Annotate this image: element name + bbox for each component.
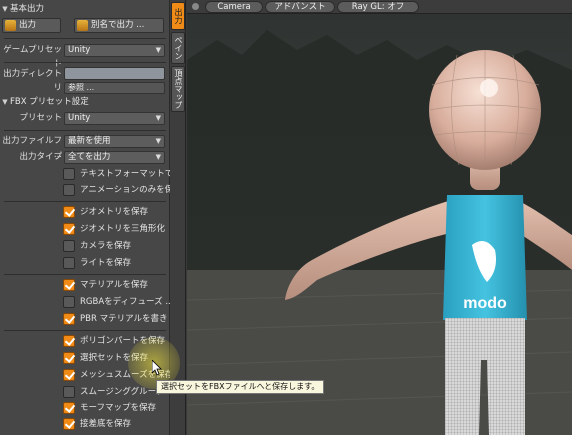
preset-select[interactable]: Unity ▼ — [64, 112, 165, 125]
divider — [4, 201, 166, 202]
option-label: ジオメトリを三角形化 — [80, 224, 166, 234]
option-label: 接差底を保存 — [80, 419, 132, 429]
viewport-toolbar: Camera アドバンスト Ray GL: オフ — [187, 0, 572, 14]
checkbox[interactable] — [63, 296, 75, 308]
export-as-button[interactable]: 別名で出力 ... — [74, 18, 164, 33]
checkbox[interactable] — [63, 168, 75, 180]
section-title: 基本出力 — [10, 4, 45, 14]
viewport-menu-icon[interactable] — [192, 3, 199, 10]
camera-button[interactable]: Camera — [205, 1, 263, 13]
export-icon — [5, 20, 16, 31]
option-save-lights[interactable]: ライトを保存 — [63, 256, 169, 270]
option-label: カメラを保存 — [80, 241, 132, 251]
collapse-arrow-icon[interactable]: ▼ — [0, 96, 10, 108]
option-save-materials[interactable]: マテリアルを保存 — [63, 278, 169, 292]
divider — [4, 130, 166, 131]
checkbox[interactable] — [63, 402, 75, 414]
tooltip: 選択セットをFBXファイルへと保存します。 — [156, 380, 325, 394]
tab-vertex-map[interactable]: 頂点マップ — [171, 66, 185, 112]
divider — [4, 330, 166, 331]
output-dir-label: 出力ディレクトリ — [3, 69, 62, 93]
option-label: モーフマップを保存 — [80, 403, 156, 413]
preset-label: プリセット — [19, 113, 62, 123]
browse-button[interactable]: 参照 ... — [64, 82, 165, 94]
mouse-cursor-icon — [152, 360, 162, 376]
divider — [4, 38, 166, 39]
export-as-button-label: 別名で出力 ... — [91, 20, 145, 30]
modo-logo-text: modo — [463, 295, 507, 312]
option-label: ライトを保存 — [80, 258, 132, 268]
output-file-select[interactable]: 最新を使用 ▼ — [64, 135, 165, 148]
checkbox[interactable] — [63, 352, 75, 364]
checkbox[interactable] — [63, 279, 75, 291]
export-button[interactable]: 出力 — [2, 18, 61, 33]
game-preset-select[interactable]: Unity ▼ — [64, 44, 165, 57]
option-save-cameras[interactable]: カメラを保存 — [63, 239, 169, 253]
checkbox[interactable] — [63, 418, 75, 430]
option-pbr-materials[interactable]: PBR マテリアルを書き ... — [63, 312, 170, 326]
option-label: RGBAをディフューズ ... — [80, 297, 170, 307]
export-button-label: 出力 — [19, 20, 37, 30]
option-label: ジオメトリを保存 — [80, 207, 149, 217]
checkbox[interactable] — [63, 386, 75, 398]
option-save-animation-only[interactable]: アニメーションのみを保存 — [63, 183, 170, 197]
output-file-value: 最新を使用 — [68, 136, 111, 146]
divider — [4, 274, 166, 275]
option-label: アニメーションのみを保存 — [80, 185, 170, 195]
section-header-basic-export[interactable]: ▼ 基本出力 — [0, 3, 170, 15]
checkbox[interactable] — [63, 206, 75, 218]
output-dir-field[interactable] — [64, 67, 165, 80]
chevron-down-icon: ▼ — [155, 114, 161, 122]
export-as-icon — [77, 20, 88, 31]
option-rgba-diffuse[interactable]: RGBAをディフューズ ... — [63, 295, 170, 309]
option-label: テキストフォーマットで ... — [80, 169, 170, 179]
option-label: マテリアルを保存 — [80, 280, 148, 290]
checkbox[interactable] — [63, 313, 75, 325]
option-save-morph-maps[interactable]: モーフマップを保存 — [63, 401, 169, 415]
option-label: PBR マテリアルを書き ... — [80, 314, 170, 324]
advanced-button[interactable]: アドバンスト — [265, 1, 335, 13]
option-text-format[interactable]: テキストフォーマットで ... — [63, 167, 170, 181]
tab-pane[interactable]: ペイン — [171, 32, 185, 64]
section-header-fbx-preset[interactable]: ▼ FBX プリセット設定 — [0, 96, 170, 108]
game-preset-value: Unity — [68, 45, 91, 55]
checkbox[interactable] — [63, 223, 75, 235]
chevron-down-icon: ▼ — [155, 46, 161, 54]
chevron-down-icon: ▼ — [155, 137, 161, 145]
output-type-label: 出力タイプ — [19, 152, 62, 162]
section-title: FBX プリセット設定 — [10, 97, 89, 107]
option-save-tangent-basis[interactable]: 接差底を保存 — [63, 417, 169, 431]
checkbox[interactable] — [63, 184, 75, 196]
option-save-geometry[interactable]: ジオメトリを保存 — [63, 205, 169, 219]
preset-value: Unity — [68, 113, 91, 123]
3d-viewport[interactable]: modo Camera アドバンスト Ray GL: オフ — [187, 0, 572, 435]
collapse-arrow-icon[interactable]: ▼ — [0, 3, 10, 15]
ray-gl-button[interactable]: Ray GL: オフ — [337, 1, 419, 13]
output-type-select[interactable]: 全てを出力 ▼ — [64, 151, 165, 164]
option-triangulate-geometry[interactable]: ジオメトリを三角形化 — [63, 222, 169, 236]
checkbox[interactable] — [63, 335, 75, 347]
chevron-down-icon: ▼ — [155, 153, 161, 161]
checkbox[interactable] — [63, 257, 75, 269]
tab-export[interactable]: 出力 — [171, 2, 185, 30]
divider — [4, 62, 166, 63]
viewport-scene: modo — [187, 0, 572, 435]
output-type-value: 全てを出力 — [68, 152, 111, 162]
checkbox[interactable] — [63, 369, 75, 381]
head-highlight — [480, 79, 498, 97]
checkbox[interactable] — [63, 240, 75, 252]
